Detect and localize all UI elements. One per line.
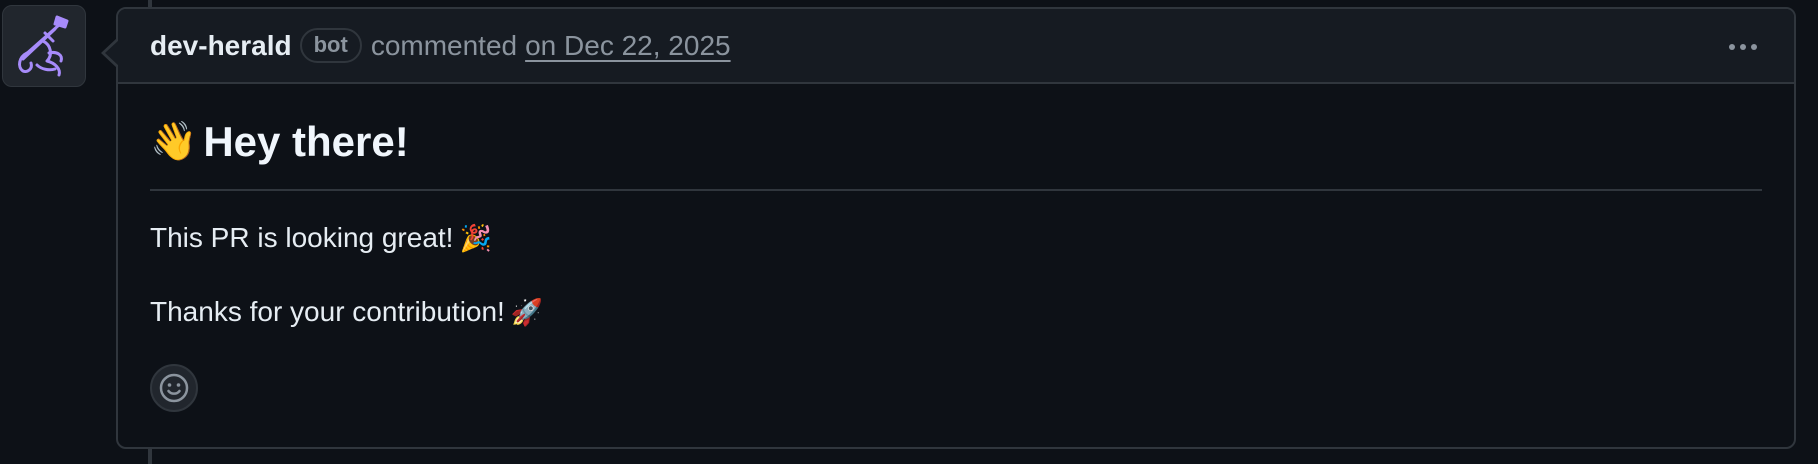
heading-text: Hey there!	[203, 118, 409, 165]
party-popper-emoji: 🎉	[459, 223, 492, 253]
author-avatar[interactable]	[2, 5, 86, 87]
smiley-icon	[159, 373, 189, 403]
author-name-link[interactable]: dev-herald	[150, 30, 292, 62]
waving-hand-emoji: 👋	[150, 121, 198, 163]
add-reaction-button[interactable]	[150, 364, 198, 412]
comment-paragraph: Thanks for your contribution! 🚀	[150, 296, 1762, 328]
comment-body: 👋 Hey there! This PR is looking great! 🎉…	[118, 109, 1794, 412]
paragraph-text: Thanks for your contribution!	[150, 296, 505, 327]
comment-caret-fill	[105, 40, 119, 66]
kebab-horizontal-icon	[1751, 44, 1757, 50]
more-options-button[interactable]	[1720, 31, 1766, 63]
comment-paragraph: This PR is looking great! 🎉	[150, 222, 1762, 254]
comment-header: dev-herald bot commented on Dec 22, 2025	[118, 9, 1794, 84]
rocket-emoji: 🚀	[510, 297, 544, 327]
kebab-horizontal-icon	[1740, 44, 1746, 50]
comment-date-link[interactable]: on Dec 22, 2025	[525, 30, 731, 62]
action-text: commented	[370, 29, 518, 61]
comment-heading: 👋 Hey there!	[150, 109, 1762, 191]
trumpet-herald-icon	[18, 15, 69, 77]
comment-box: dev-herald bot commented on Dec 22, 2025…	[101, 7, 1796, 449]
kebab-horizontal-icon	[1729, 44, 1735, 50]
paragraph-text: This PR is looking great!	[150, 222, 454, 253]
bot-badge: bot	[299, 28, 362, 63]
